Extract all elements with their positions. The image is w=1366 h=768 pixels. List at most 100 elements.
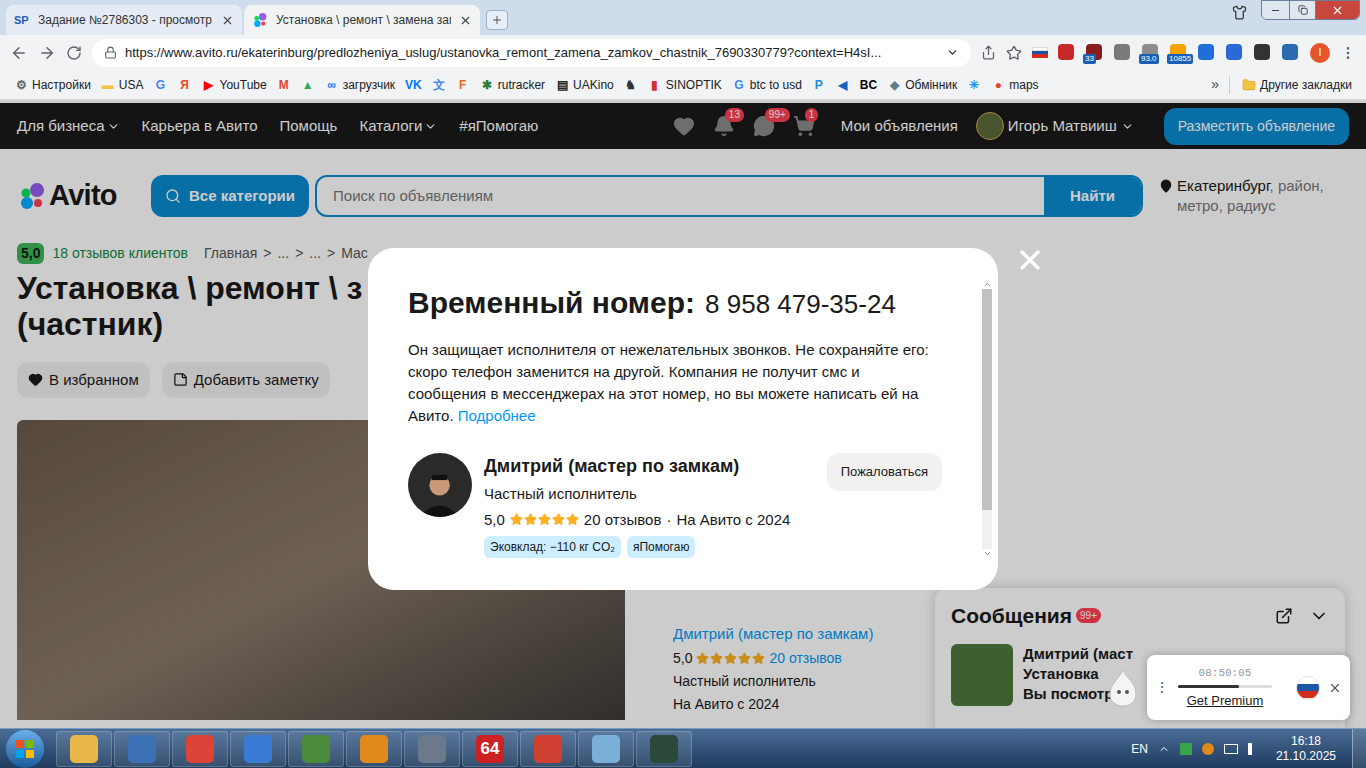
bookmark[interactable]: ▶YouTube <box>202 76 267 94</box>
taskbar-app[interactable] <box>288 731 344 767</box>
bookmark[interactable]: P <box>812 79 826 91</box>
bookmark[interactable]: 文 <box>432 79 446 91</box>
bookmark[interactable]: ♞ <box>624 79 638 91</box>
reload-icon[interactable] <box>66 45 82 61</box>
taskbar-app[interactable] <box>578 731 634 767</box>
profile-button[interactable]: I <box>1310 43 1330 63</box>
browser-tab[interactable]: Установка \ ремонт \ замена зам <box>244 5 480 35</box>
bookmark[interactable]: ▤UAKino <box>555 76 614 94</box>
bookmark-label: Настройки <box>32 76 91 94</box>
bookmark-label: SINOPTIK <box>666 76 722 94</box>
scroll-up-icon <box>983 280 992 289</box>
bookmark[interactable]: M <box>277 79 291 91</box>
taskbar-app[interactable] <box>404 731 460 767</box>
modal-scrollbar[interactable] <box>982 280 992 558</box>
app-icon <box>244 735 272 763</box>
bookmark[interactable]: Gbtc to usd <box>732 76 802 94</box>
taskbar-app[interactable] <box>636 731 692 767</box>
extension-button[interactable]: 10855 <box>1170 44 1188 62</box>
bookmark[interactable]: ▬USA <box>101 76 144 94</box>
bookmark-icon: ✳ <box>967 79 981 91</box>
restore-button[interactable] <box>1289 1 1315 19</box>
back-icon[interactable] <box>10 44 28 62</box>
bookmark[interactable]: ▮ SINOPTIK <box>648 76 722 94</box>
extension-button[interactable]: 33 <box>1086 44 1104 62</box>
language-indicator[interactable]: EN <box>1131 740 1148 758</box>
bookmark[interactable]: ⚙Настройки <box>14 76 91 94</box>
seller-avatar[interactable] <box>408 453 472 517</box>
bookmark[interactable]: BC <box>860 79 877 91</box>
extension-button[interactable] <box>1282 44 1300 62</box>
tray-icon[interactable] <box>1180 743 1192 755</box>
other-bookmarks[interactable]: Другие закладки <box>1229 76 1352 94</box>
bookmark[interactable]: ✱rutracker <box>480 76 545 94</box>
taskbar-app[interactable]: 64 <box>462 731 518 767</box>
extension-icon <box>1198 44 1214 60</box>
bookmark-star-icon[interactable] <box>1006 45 1022 61</box>
shirt-button[interactable] <box>1225 2 1253 22</box>
bookmark[interactable]: ✳ <box>967 79 981 91</box>
bookmark[interactable]: ▲ <box>301 79 315 91</box>
extension-button[interactable]: 93.0 <box>1142 44 1160 62</box>
close-tab-icon[interactable] <box>459 14 472 27</box>
menu-icon[interactable] <box>1340 45 1356 61</box>
tab-title: Задание №2786303 - просмотр з <box>38 11 213 29</box>
seller-tag[interactable]: яПомогаю <box>627 536 696 558</box>
close-window-button[interactable] <box>1315 1 1359 19</box>
bookmark-icon: G <box>154 79 168 91</box>
new-tab-button[interactable] <box>486 10 508 30</box>
forward-icon[interactable] <box>38 44 56 62</box>
app-icon <box>360 735 388 763</box>
extension-button[interactable] <box>1114 44 1132 62</box>
ghost-icon[interactable] <box>1108 668 1138 708</box>
close-tab-icon[interactable] <box>221 14 234 27</box>
taskbar-app[interactable] <box>230 731 286 767</box>
close-widget-icon[interactable] <box>1328 681 1342 695</box>
extension-button[interactable] <box>1254 44 1272 62</box>
bookmark[interactable]: ●maps <box>991 76 1038 94</box>
browser-tab[interactable]: SPЗадание №2786303 - просмотр з <box>6 5 242 35</box>
bookmark[interactable]: ◆Обмінник <box>887 76 957 94</box>
premium-link[interactable]: Get Premium <box>1187 691 1264 711</box>
bookmark[interactable]: F <box>456 79 470 91</box>
share-icon[interactable] <box>981 45 996 60</box>
start-button[interactable] <box>6 730 44 768</box>
taskbar-app[interactable] <box>520 731 576 767</box>
seller-tag[interactable]: Эковклад: −110 кг CO₂ <box>484 536 621 558</box>
bookmark-icon: G <box>732 79 746 91</box>
windows-logo-icon <box>15 739 35 759</box>
tray-icon[interactable] <box>1248 743 1260 755</box>
bookmark[interactable]: VK <box>405 79 422 91</box>
extension-button[interactable] <box>1058 44 1076 62</box>
bookmark[interactable]: Я <box>178 79 192 91</box>
taskbar-app[interactable] <box>56 731 112 767</box>
extension-button[interactable] <box>1226 44 1244 62</box>
tray-icon[interactable] <box>1224 744 1238 754</box>
omnibox[interactable]: https://www.avito.ru/ekaterinburg/predlo… <box>92 39 971 67</box>
extension-badge: 93.0 <box>1139 54 1159 64</box>
close-modal-icon[interactable] <box>1014 244 1046 276</box>
more-link[interactable]: Подробнее <box>458 407 536 424</box>
bookmarks-more[interactable]: » <box>1211 74 1219 95</box>
taskbar-app[interactable] <box>346 731 402 767</box>
seller-name[interactable]: Дмитрий (мастер по замкам) <box>484 453 815 480</box>
clock[interactable]: 16:1821.10.2025 <box>1270 734 1342 764</box>
tray-icon[interactable] <box>1202 743 1214 755</box>
bookmark-label: USA <box>119 76 144 94</box>
minimize-button[interactable] <box>1262 1 1289 19</box>
taskbar-app[interactable] <box>172 731 228 767</box>
folder-icon <box>1242 78 1256 92</box>
report-button[interactable]: Пожаловаться <box>827 453 942 491</box>
bookmark-icon: ▤ <box>555 79 569 91</box>
bookmark[interactable]: ∞загрузчик <box>325 76 395 94</box>
phone-number[interactable]: 8 958 479-35-24 <box>705 285 896 324</box>
bookmark[interactable]: ◀ <box>836 79 850 91</box>
tray-expand-icon[interactable] <box>1158 743 1170 755</box>
bookmark-icon: ▮ <box>648 79 662 91</box>
bookmark[interactable]: G <box>154 79 168 91</box>
show-desktop-button[interactable] <box>1352 729 1366 768</box>
taskbar-app[interactable] <box>114 731 170 767</box>
dropdown-icon[interactable] <box>946 46 959 59</box>
widget-menu[interactable]: ⋮ <box>1155 677 1169 698</box>
extension-button[interactable] <box>1198 44 1216 62</box>
